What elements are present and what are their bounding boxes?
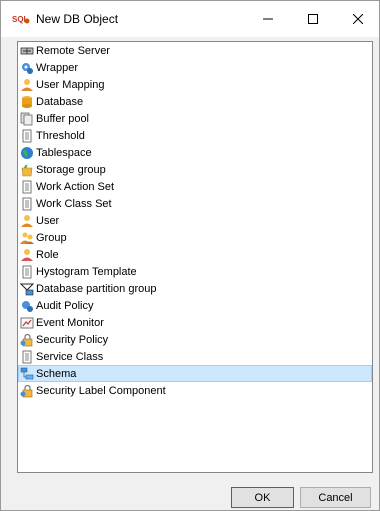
list-item-label: Database	[36, 95, 84, 108]
list-item-label: Security Label Component	[36, 384, 166, 397]
role-icon	[20, 248, 34, 262]
list-item[interactable]: Role	[18, 246, 372, 263]
list-item[interactable]: Security Label Component	[18, 382, 372, 399]
object-type-list[interactable]: Remote Server Wrapper User Mapping Database…	[17, 41, 373, 473]
list-item[interactable]: Security Policy	[18, 331, 372, 348]
new-db-object-dialog: SQL New DB Object Remote Server Wrapper Us…	[0, 0, 380, 511]
document-icon	[20, 129, 34, 143]
window-title: New DB Object	[36, 12, 119, 26]
partition-group-icon	[20, 282, 34, 296]
schema-icon	[20, 367, 34, 381]
list-item[interactable]: Event Monitor	[18, 314, 372, 331]
list-item-label: Wrapper	[36, 61, 78, 74]
audit-policy-icon	[20, 299, 34, 313]
list-item-label: Group	[36, 231, 67, 244]
close-button[interactable]	[335, 1, 380, 37]
list-item[interactable]: User Mapping	[18, 76, 372, 93]
minimize-icon	[262, 18, 273, 20]
list-item-label: Service Class	[36, 350, 104, 363]
list-item-label: Buffer pool	[36, 112, 90, 125]
list-item-label: Database partition group	[36, 282, 157, 295]
list-item-label: User Mapping	[36, 78, 105, 91]
ok-button[interactable]: OK	[231, 487, 294, 508]
list-item-label: Schema	[36, 367, 77, 380]
list-item[interactable]: Schema	[18, 365, 372, 382]
list-item-label: Tablespace	[36, 146, 92, 159]
list-item[interactable]: Work Action Set	[18, 178, 372, 195]
list-item[interactable]: Group	[18, 229, 372, 246]
list-item[interactable]: Buffer pool	[18, 110, 372, 127]
list-item[interactable]: Storage group	[18, 161, 372, 178]
list-item-label: Security Policy	[36, 333, 109, 346]
list-item-label: Storage group	[36, 163, 106, 176]
list-item[interactable]: Work Class Set	[18, 195, 372, 212]
list-item[interactable]: Wrapper	[18, 59, 372, 76]
list-item[interactable]: Service Class	[18, 348, 372, 365]
document-icon	[20, 350, 34, 364]
list-item-label: Work Action Set	[36, 180, 115, 193]
document-icon	[20, 265, 34, 279]
list-item-label: Remote Server	[36, 44, 110, 57]
list-item-label: Work Class Set	[36, 197, 112, 210]
maximize-button[interactable]	[290, 1, 335, 37]
document-icon	[20, 197, 34, 211]
wrapper-icon	[20, 61, 34, 75]
list-item[interactable]: Remote Server	[18, 42, 372, 59]
title-bar[interactable]: SQL New DB Object	[1, 1, 379, 37]
list-item-label: Event Monitor	[36, 316, 104, 329]
list-item-label: Audit Policy	[36, 299, 94, 312]
list-item[interactable]: Audit Policy	[18, 297, 372, 314]
database-icon	[20, 95, 34, 109]
document-icon	[20, 180, 34, 194]
remote-server-icon	[20, 44, 34, 58]
event-monitor-icon	[20, 316, 34, 330]
list-item[interactable]: Database partition group	[18, 280, 372, 297]
maximize-icon	[307, 14, 318, 24]
group-icon	[20, 231, 34, 245]
list-item-label: Role	[36, 248, 59, 261]
minimize-button[interactable]	[245, 1, 290, 37]
list-item-label: Hystogram Template	[36, 265, 137, 278]
list-item-label: User	[36, 214, 60, 227]
cancel-button[interactable]: Cancel	[300, 487, 371, 508]
globe-icon	[20, 146, 34, 160]
security-label-icon	[20, 384, 34, 398]
sql-app-icon: SQL	[12, 15, 30, 24]
user-mapping-icon	[20, 78, 34, 92]
storage-group-icon	[20, 163, 34, 177]
list-item[interactable]: Database	[18, 93, 372, 110]
list-item[interactable]: Tablespace	[18, 144, 372, 161]
list-item[interactable]: Hystogram Template	[18, 263, 372, 280]
buffer-pool-icon	[20, 112, 34, 126]
list-item-label: Threshold	[36, 129, 85, 142]
user-icon	[20, 214, 34, 228]
security-policy-icon	[20, 333, 34, 347]
list-item[interactable]: User	[18, 212, 372, 229]
close-icon	[352, 14, 363, 24]
list-item[interactable]: Threshold	[18, 127, 372, 144]
